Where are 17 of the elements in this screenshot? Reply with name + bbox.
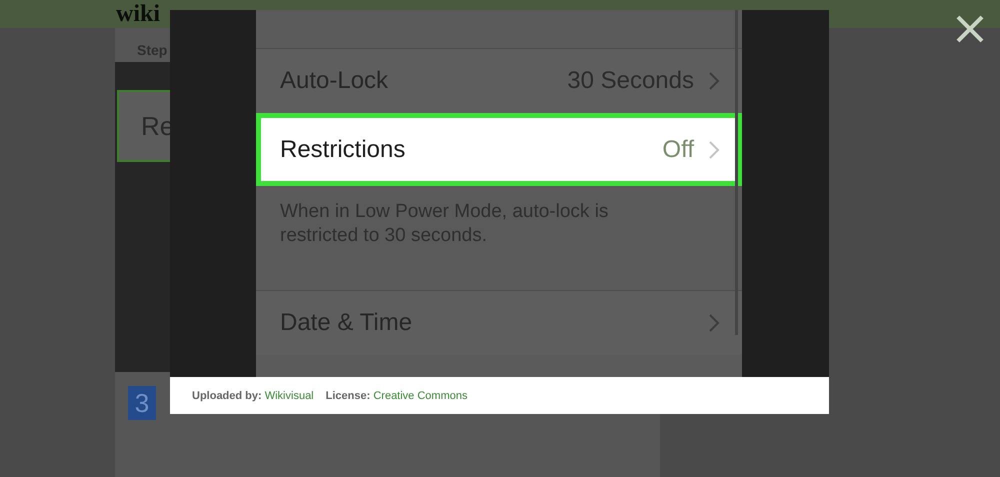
license-link[interactable]: Creative Commons bbox=[373, 390, 468, 402]
close-button[interactable] bbox=[955, 14, 985, 44]
row-label: Restrictions bbox=[280, 136, 406, 164]
uploader-link[interactable]: Wikivisual bbox=[264, 390, 314, 402]
license-label: License: bbox=[326, 390, 370, 402]
row-value: Off bbox=[662, 136, 694, 164]
chevron-icon bbox=[708, 140, 720, 160]
step-number: 3 bbox=[128, 386, 156, 420]
settings-row[interactable]: Restrictions Off bbox=[256, 113, 742, 186]
row-label: Auto-Lock bbox=[280, 67, 390, 95]
chevron-icon bbox=[708, 313, 720, 333]
uploaded-by-label: Uploaded by: bbox=[192, 390, 262, 402]
site-logo[interactable]: wiki bbox=[116, 0, 160, 28]
close-icon bbox=[955, 14, 985, 44]
settings-row[interactable]: Date & Time bbox=[256, 291, 742, 355]
row-label: Date & Time bbox=[280, 309, 414, 337]
chevron-icon bbox=[708, 71, 720, 91]
